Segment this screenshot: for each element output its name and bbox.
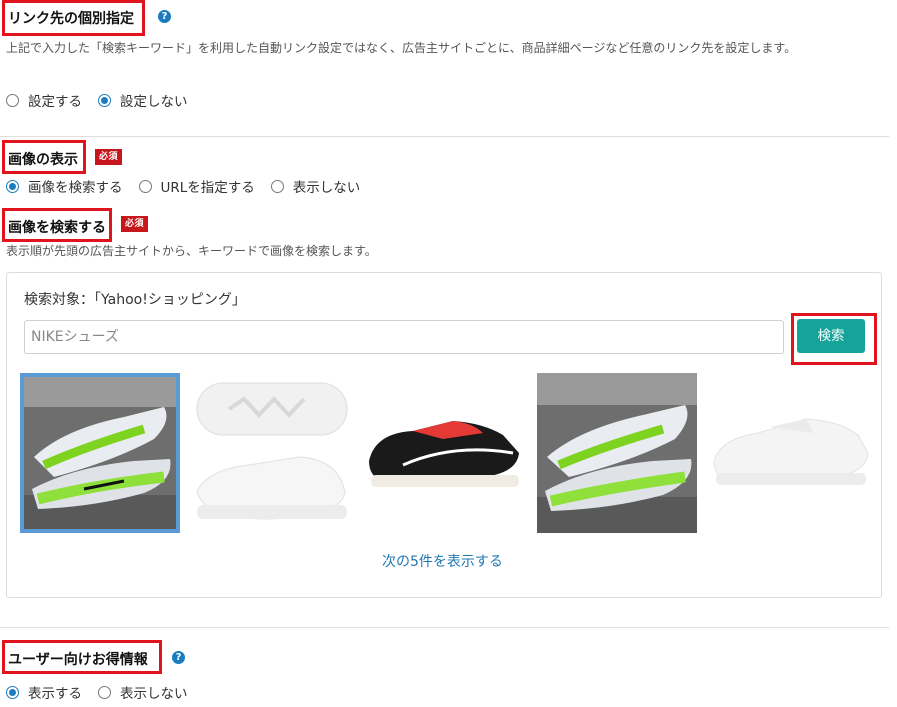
search-target-label: 検索対象：「Yahoo!ショッピング」 [24,292,246,308]
result-image-2[interactable] [189,373,349,533]
image-display-radio-group: 画像を検索する URLを指定する 表示しない [6,176,376,196]
divider [0,627,889,628]
radio-label: 表示しない [120,686,188,702]
image-search-description: 表示順が先頭の広告主サイトから、キーワードで画像を検索します。 [6,244,377,258]
radio-label: 表示しない [292,180,361,196]
radio-label: URLを指定する [160,180,255,196]
result-image-5[interactable] [710,373,870,533]
radio-option-set[interactable]: 設定する [6,90,82,110]
result-image-1[interactable] [20,373,180,533]
radio-label: 設定する [28,94,82,110]
radio-button[interactable] [270,179,284,193]
link-section-description: 上記で入力した「検索キーワード」を利用した自動リンク設定ではなく、広告主サイトご… [6,41,797,55]
link-radio-group: 設定する 設定しない [6,90,204,110]
show-next-five-link[interactable]: 次の5件を表示する [382,551,503,571]
shoe-photo-image [363,373,523,533]
shoe-photo-image [24,377,176,529]
link-section-title: リンク先の個別指定 [8,11,134,27]
shoe-photo-image [537,373,697,533]
search-input[interactable]: NIKEシューズ [24,320,784,354]
required-badge: 必須 [121,216,149,232]
image-search-title: 画像を検索する [8,220,106,236]
radio-option-show[interactable]: 表示する [6,682,82,702]
deals-section-title: ユーザー向けお得情報 [8,652,148,668]
radio-option-not-set[interactable]: 設定しない [98,90,188,110]
radio-option-hide[interactable]: 表示しない [270,176,361,196]
radio-option-hide[interactable]: 表示しない [98,682,188,702]
result-image-3[interactable] [363,373,523,533]
radio-option-search-image[interactable]: 画像を検索する [6,176,123,196]
search-button[interactable]: 検索 [797,319,865,353]
divider [0,136,889,137]
radio-button[interactable] [98,685,111,699]
radio-button[interactable] [138,179,152,193]
radio-label: 画像を検索する [28,180,123,196]
deals-radio-group: 表示する 表示しない [6,682,204,702]
radio-label: 設定しない [120,94,188,110]
shoe-photo-image [189,373,349,533]
radio-label: 表示する [28,686,82,702]
radio-option-specify-url[interactable]: URLを指定する [138,176,255,196]
radio-button[interactable] [98,93,111,107]
radio-button[interactable] [6,685,19,699]
shoe-photo-image [710,373,870,533]
required-badge: 必須 [95,149,123,165]
help-icon[interactable]: ? [172,651,185,664]
radio-button[interactable] [6,179,19,193]
result-image-4[interactable] [537,373,697,533]
image-display-title: 画像の表示 [8,152,78,168]
radio-button[interactable] [6,93,19,107]
help-icon[interactable]: ? [158,10,171,23]
